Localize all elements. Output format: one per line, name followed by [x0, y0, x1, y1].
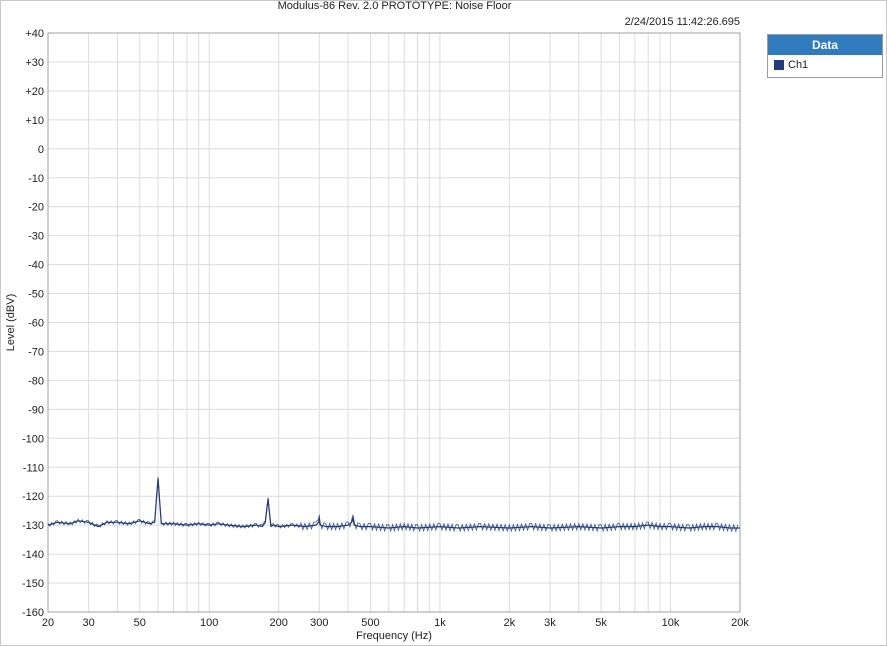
- x-tick-label: 100: [200, 617, 218, 629]
- y-tick-label: -20: [28, 202, 44, 214]
- y-tick-label: -30: [28, 231, 44, 243]
- x-tick-label: 2k: [504, 617, 516, 629]
- x-tick-label: 1k: [434, 617, 446, 629]
- x-tick-label: 20: [42, 617, 54, 629]
- x-tick-label: 50: [134, 617, 146, 629]
- y-tick-label: -120: [22, 491, 44, 503]
- y-tick-label: -70: [28, 346, 44, 358]
- y-tick-label: +30: [25, 57, 44, 69]
- y-tick-label: -60: [28, 318, 44, 330]
- y-tick-label: +20: [25, 86, 44, 98]
- y-tick-label: -90: [28, 404, 44, 416]
- y-tick-label: -80: [28, 375, 44, 387]
- y-axis-title: Level (dBV): [5, 294, 17, 351]
- y-tick-label: -50: [28, 289, 44, 301]
- x-tick-label: 10k: [662, 617, 680, 629]
- y-tick-label: -160: [22, 607, 44, 619]
- x-tick-label: 300: [310, 617, 328, 629]
- x-tick-label: 30: [82, 617, 94, 629]
- y-tick-label: -10: [28, 173, 44, 185]
- y-tick-label: -140: [22, 549, 44, 561]
- y-tick-label: -150: [22, 578, 44, 590]
- x-tick-label: 5k: [595, 617, 607, 629]
- x-tick-label: 200: [269, 617, 287, 629]
- y-tick-label: -100: [22, 433, 44, 445]
- y-tick-label: +40: [25, 28, 44, 40]
- x-tick-label: 500: [361, 617, 379, 629]
- x-axis-title: Frequency (Hz): [356, 630, 432, 642]
- plot-area: +40 +30 +20 +10 0 -10 -20 -30 -40 -50 -60 -70 -80 -90…: [5, 28, 749, 642]
- y-tick-label: +10: [25, 115, 44, 127]
- y-tick-label: -130: [22, 520, 44, 532]
- x-tick-label: 20k: [731, 617, 749, 629]
- y-tick-label: -110: [23, 462, 44, 474]
- x-tick-label: 3k: [544, 617, 556, 629]
- y-tick-label: -40: [28, 260, 44, 272]
- y-tick-label: 0: [38, 144, 44, 156]
